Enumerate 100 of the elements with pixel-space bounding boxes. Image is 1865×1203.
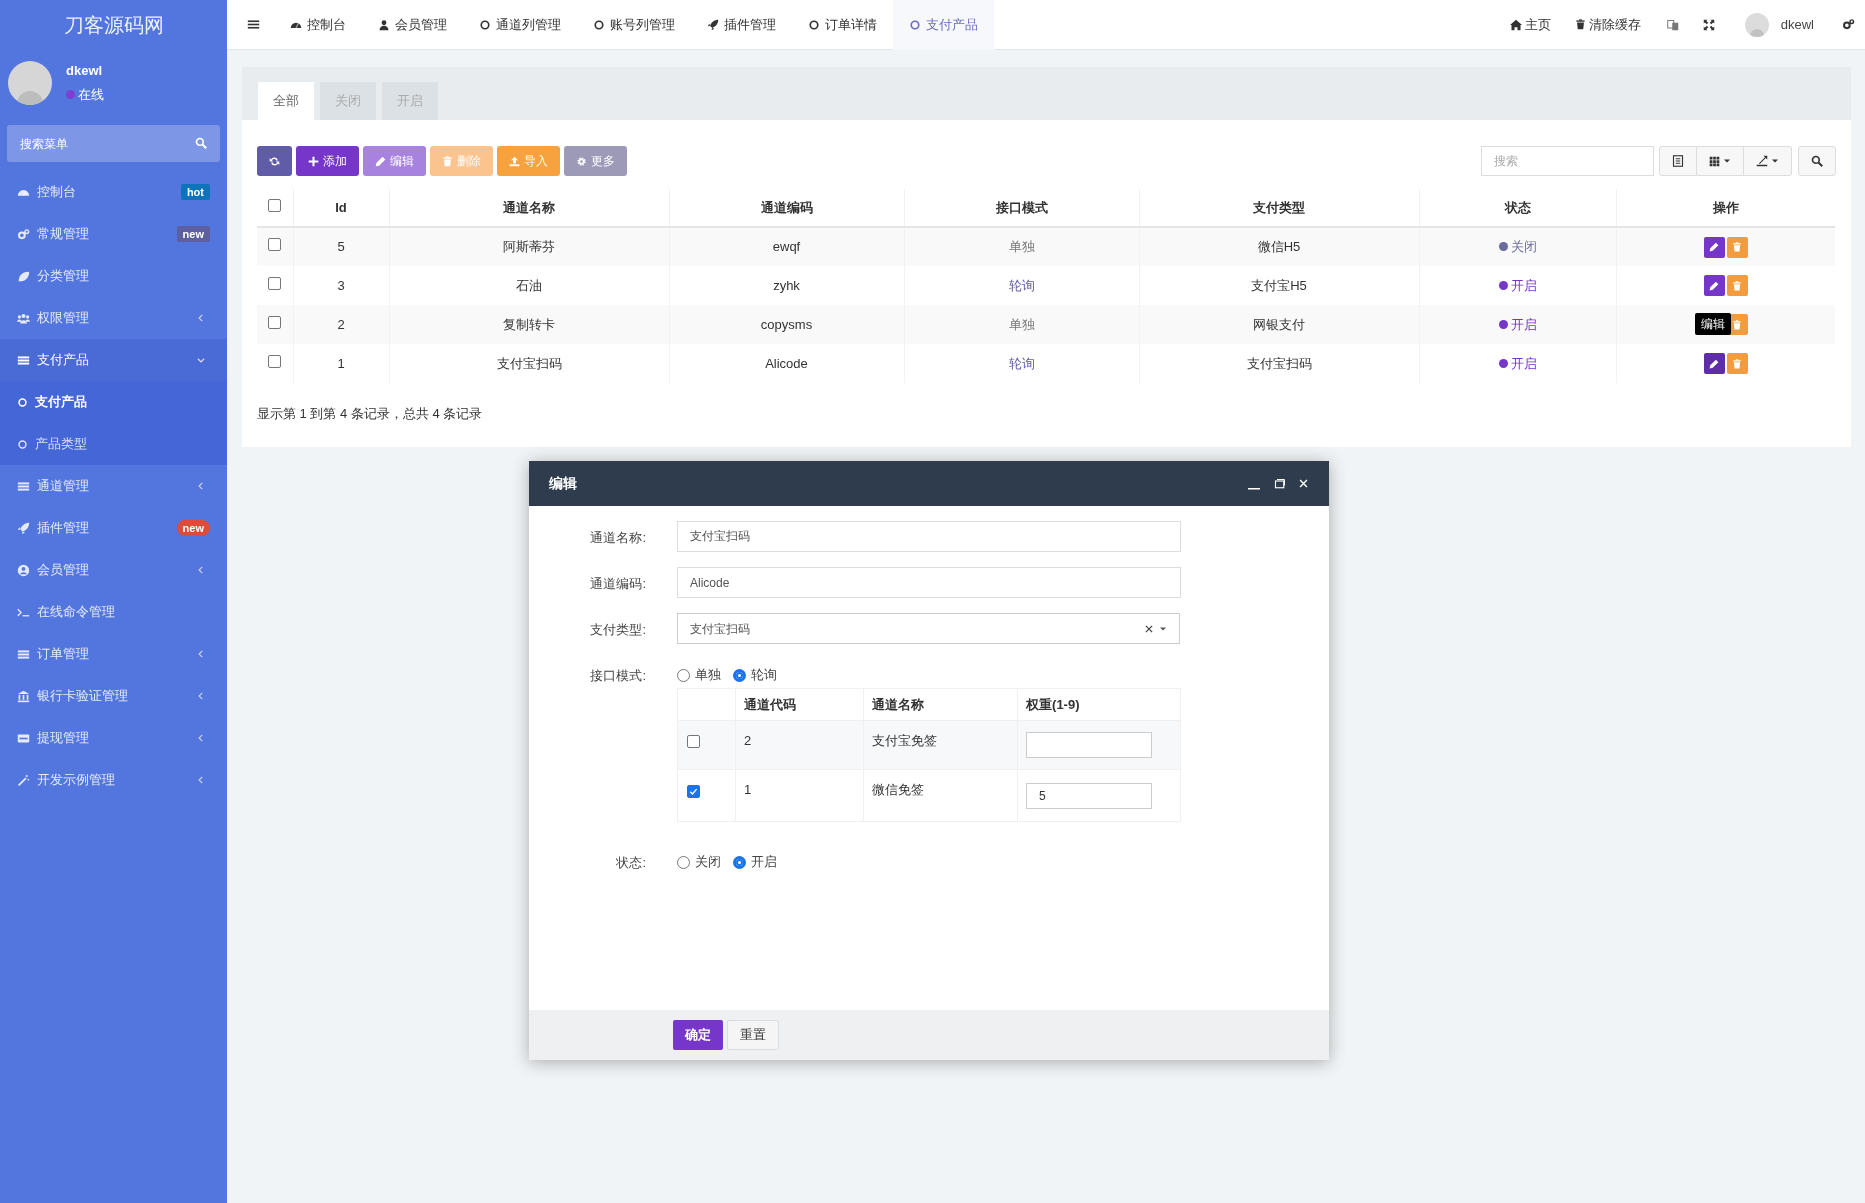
filter-tab[interactable]: 全部 <box>258 82 314 120</box>
trash-icon <box>1732 242 1743 252</box>
user-name: dkewl <box>66 62 104 80</box>
toggle-view-button[interactable] <box>1659 146 1697 176</box>
settings-button[interactable] <box>1842 18 1855 31</box>
refresh-icon <box>269 155 280 167</box>
clear-cache-button[interactable]: 清除缓存 <box>1560 14 1655 35</box>
search-button[interactable] <box>1798 146 1836 176</box>
text-field[interactable]: 支付宝扫码 <box>677 521 1181 552</box>
refresh-button[interactable] <box>257 146 292 176</box>
field-label: 支付类型: <box>590 621 646 637</box>
row-edit-button[interactable] <box>1703 353 1725 374</box>
sidebar-menu-item[interactable]: 分类管理 <box>0 255 227 297</box>
sidebar-menu-item[interactable]: 权限管理 <box>0 297 227 339</box>
mode-label: 单独 <box>1008 239 1035 255</box>
sidebar-menu-item[interactable]: 常规管理 new <box>0 213 227 255</box>
caret-icon <box>1723 157 1731 165</box>
menu-item-icon <box>17 647 30 661</box>
minimize-button[interactable] <box>1248 488 1260 490</box>
sidebar-menu-item[interactable]: 银行卡验证管理 <box>0 675 227 717</box>
menu-icon <box>247 18 260 31</box>
radio-option[interactable]: 关闭 <box>677 852 721 872</box>
nav-tab[interactable]: 控制台 <box>274 0 362 50</box>
checkbox[interactable] <box>268 238 282 252</box>
sidebar-menu-item[interactable]: 支付产品 <box>0 339 227 381</box>
nav-tab[interactable]: 支付产品 <box>893 0 994 50</box>
site-logo[interactable]: 刀客源码网 <box>0 0 227 50</box>
table-cell: 支付宝扫码 <box>1246 355 1312 371</box>
table-cell: 3 <box>337 277 345 293</box>
sidebar-menu-item[interactable]: 会员管理 <box>0 549 227 591</box>
nav-tab[interactable]: 订单详情 <box>792 0 893 50</box>
nav-tab[interactable]: 通道列管理 <box>463 0 577 50</box>
checkbox[interactable] <box>687 785 700 798</box>
sidebar-menu-item[interactable]: 控制台 hot <box>0 171 227 213</box>
sidebar-menu-item[interactable]: 插件管理 new <box>0 507 227 549</box>
table-cell: 网银支付 <box>1253 316 1305 332</box>
reset-button[interactable]: 重置 <box>727 1020 779 1050</box>
sidebar-submenu-item[interactable]: 支付产品 <box>0 381 227 423</box>
radio-option[interactable]: 单独 <box>677 665 721 685</box>
weight-field[interactable]: 5 <box>1026 782 1153 809</box>
column-header: Id <box>335 199 347 215</box>
radio-option[interactable]: 轮询 <box>733 665 777 685</box>
nav-tab[interactable]: 会员管理 <box>362 0 463 50</box>
menu-item-icon <box>17 521 30 535</box>
home-icon <box>1509 18 1522 31</box>
user-name[interactable]: dkewl <box>1780 14 1814 35</box>
table-cell: 微信H5 <box>1257 239 1301 255</box>
radio-option[interactable]: 开启 <box>733 852 777 872</box>
close-button[interactable] <box>1298 478 1309 489</box>
table-cell: ewqf <box>772 239 801 255</box>
weight-field[interactable] <box>1026 732 1153 758</box>
nav-tab[interactable]: 插件管理 <box>691 0 792 50</box>
sidebar-menu-item[interactable]: 开发示例管理 <box>0 759 227 801</box>
search-icon <box>1811 155 1823 167</box>
table-cell: 2 <box>743 733 752 748</box>
nav-tab[interactable]: 账号列管理 <box>577 0 691 50</box>
menu-item-icon <box>17 479 30 493</box>
sidebar-menu-item[interactable]: 通道管理 <box>0 465 227 507</box>
search-field[interactable]: 搜索 <box>1481 146 1654 176</box>
chevron-left-icon <box>196 313 206 323</box>
table-cell: 支付宝H5 <box>1251 277 1307 293</box>
maximize-button[interactable] <box>1274 477 1286 490</box>
confirm-button[interactable]: 确定 <box>673 1020 723 1050</box>
checkbox[interactable] <box>268 276 282 290</box>
chevron-left-icon <box>196 775 206 785</box>
checkbox[interactable] <box>268 354 282 368</box>
menu-badge: new <box>176 226 210 242</box>
row-edit-button[interactable] <box>1703 236 1725 258</box>
home-link[interactable]: 主页 <box>1499 14 1561 35</box>
fullscreen-icon <box>1702 18 1715 31</box>
sidebar-menu-item[interactable]: 订单管理 <box>0 633 227 675</box>
column-header: 通道名称 <box>871 696 924 712</box>
sidebar-submenu-item[interactable]: 产品类型 <box>0 423 227 465</box>
status-label: 关闭 <box>1510 238 1537 257</box>
select-field[interactable]: 支付宝扫码 <box>677 613 1180 644</box>
menu-item-icon <box>17 773 30 787</box>
dialog-title: 编辑 <box>549 474 578 493</box>
table-cell: copysms <box>760 316 813 332</box>
pencil-icon <box>1709 242 1720 252</box>
status-label: 开启 <box>1510 354 1537 373</box>
checkbox[interactable] <box>268 198 282 212</box>
pencil-icon <box>1709 358 1720 369</box>
column-header: 通道代码 <box>743 696 796 712</box>
chevron-left-icon <box>196 565 206 575</box>
add-button[interactable]: 添加 <box>296 146 359 176</box>
circle-icon <box>17 438 28 450</box>
column-header: 接口模式 <box>995 199 1048 215</box>
checkbox[interactable] <box>687 735 700 748</box>
mode-label: 单独 <box>1008 316 1035 332</box>
columns-button[interactable] <box>1697 146 1744 176</box>
text-field[interactable]: Alicode <box>677 567 1181 598</box>
sidebar-menu-item[interactable]: 在线命令管理 <box>0 591 227 633</box>
user-status: 在线 <box>78 85 104 104</box>
table-cell: 1 <box>743 782 752 797</box>
row-edit-button[interactable] <box>1703 275 1725 296</box>
sidebar-menu-item[interactable]: 提现管理 <box>0 717 227 759</box>
grid-icon <box>1709 155 1720 167</box>
table-cell: 复制转卡 <box>503 316 555 332</box>
checkbox[interactable] <box>268 315 282 329</box>
nav-tab-icon <box>808 18 820 31</box>
